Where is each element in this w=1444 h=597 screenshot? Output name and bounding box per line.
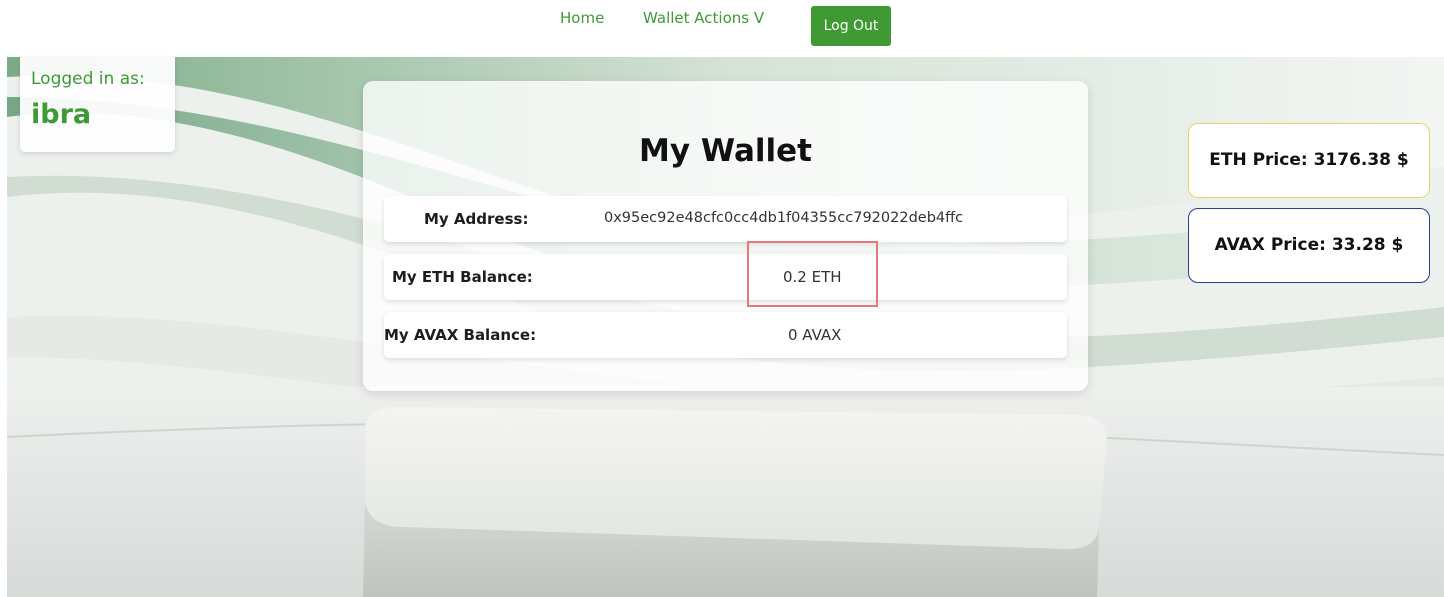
logout-button[interactable]: Log Out bbox=[811, 6, 891, 46]
avax-price-card: AVAX Price: 33.28 $ bbox=[1188, 208, 1430, 283]
nav-home-link[interactable]: Home bbox=[560, 9, 604, 27]
top-navigation: Home Wallet Actions V Log Out bbox=[0, 0, 1444, 57]
avax-balance-label: My AVAX Balance: bbox=[384, 326, 537, 344]
eth-balance-label: My ETH Balance: bbox=[392, 268, 533, 286]
wallet-title: My Wallet bbox=[639, 133, 812, 169]
eth-price-text: ETH Price: 3176.38 $ bbox=[1209, 150, 1409, 170]
logged-in-label: Logged in as: bbox=[31, 69, 145, 89]
nav-wallet-actions-dropdown[interactable]: Wallet Actions V bbox=[643, 9, 764, 27]
username: ibra bbox=[31, 99, 92, 130]
address-label: My Address: bbox=[424, 210, 529, 228]
address-row: My Address: 0x95ec92e48cfc0cc4db1f04355c… bbox=[384, 196, 1067, 242]
eth-price-card: ETH Price: 3176.38 $ bbox=[1188, 123, 1430, 198]
eth-balance-row: My ETH Balance: 0.2 ETH bbox=[384, 254, 1067, 300]
address-value: 0x95ec92e48cfc0cc4db1f04355cc792022deb4f… bbox=[604, 210, 964, 226]
eth-balance-highlight-box bbox=[747, 241, 878, 307]
logged-in-user-card: Logged in as: ibra bbox=[20, 57, 175, 152]
avax-price-text: AVAX Price: 33.28 $ bbox=[1214, 235, 1404, 255]
avax-balance-row: My AVAX Balance: 0 AVAX bbox=[384, 312, 1067, 358]
wallet-card: My Wallet My Address: 0x95ec92e48cfc0cc4… bbox=[363, 81, 1088, 391]
avax-balance-value: 0 AVAX bbox=[788, 326, 842, 344]
page: Home Wallet Actions V Log Out Logged in … bbox=[0, 0, 1444, 597]
